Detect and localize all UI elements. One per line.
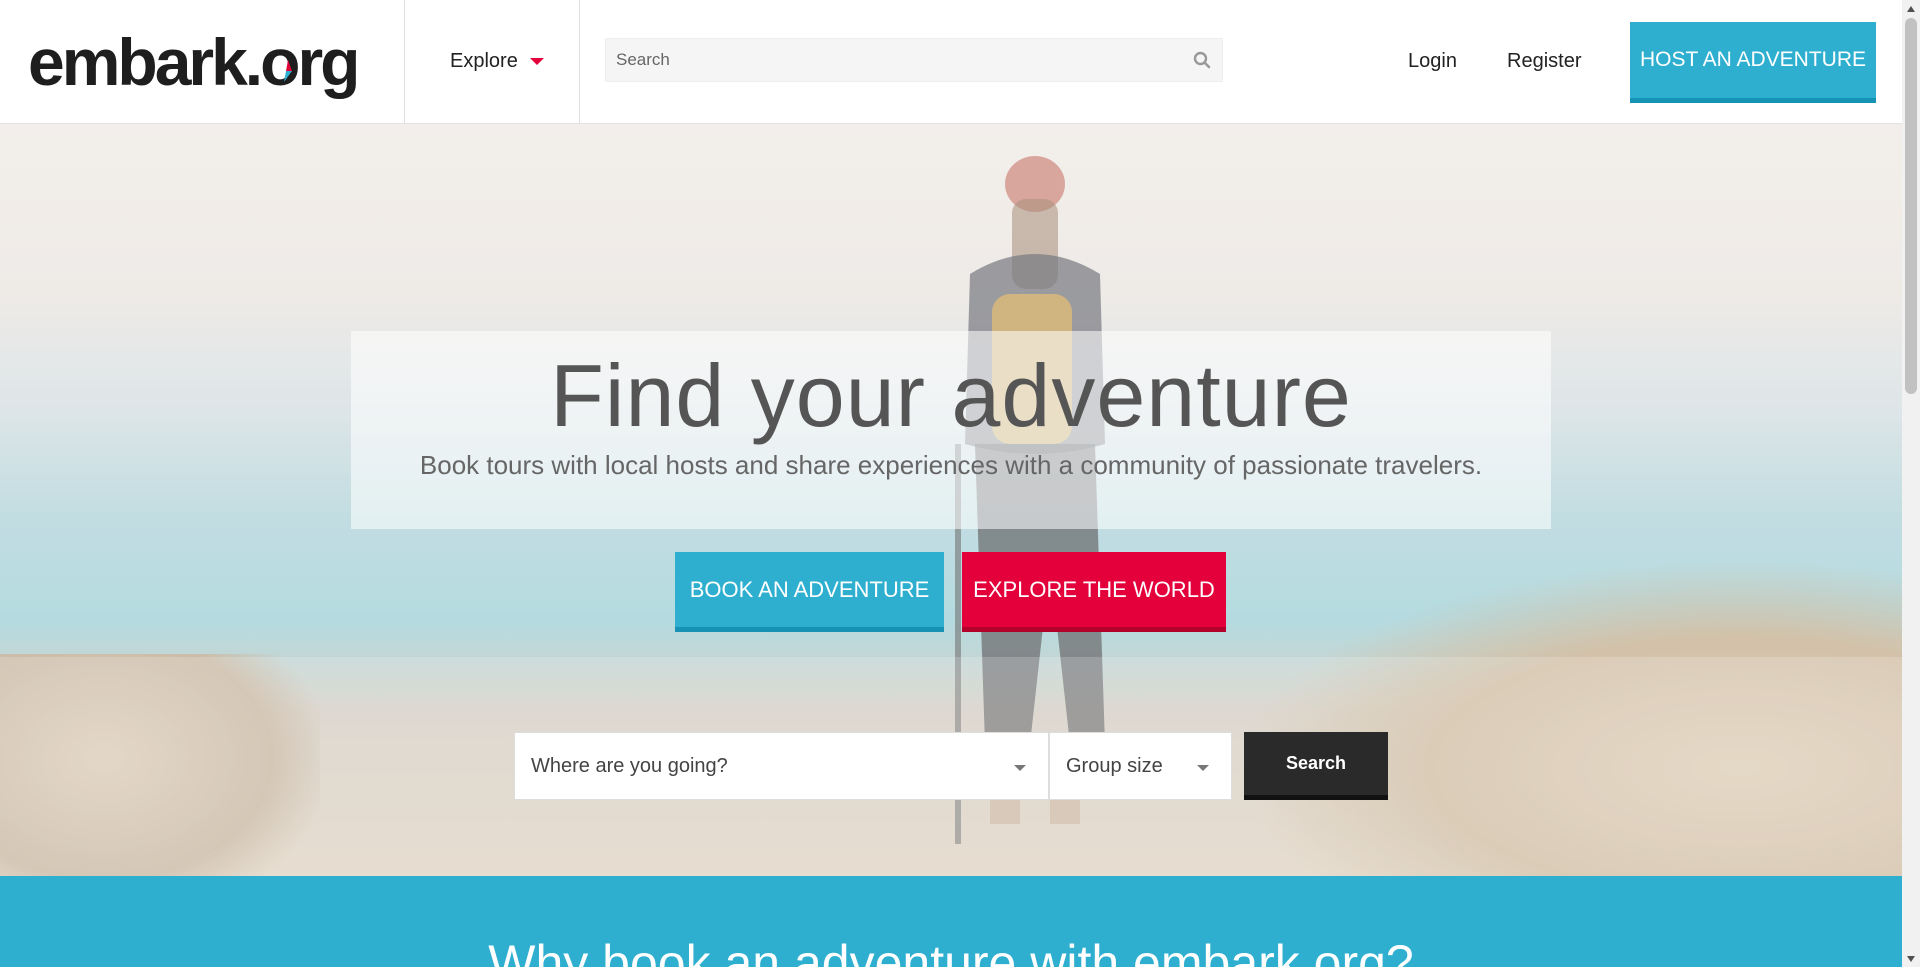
login-link[interactable]: Login <box>1408 50 1457 73</box>
hero-title-card: Find your adventure Book tours with loca… <box>351 331 1551 529</box>
page-viewport: embark.org Explore Login Register HOST A… <box>0 0 1902 967</box>
scrollbar-thumb[interactable] <box>1905 18 1917 394</box>
host-adventure-button[interactable]: HOST AN ADVENTURE <box>1630 22 1876 103</box>
register-link[interactable]: Register <box>1507 50 1581 73</box>
compass-needle-icon <box>284 60 292 82</box>
destination-placeholder: Where are you going? <box>531 754 728 777</box>
search-icon[interactable] <box>1182 38 1222 82</box>
group-size-placeholder: Group size <box>1066 754 1163 777</box>
explore-label: Explore <box>450 50 518 72</box>
destination-select[interactable]: Where are you going? <box>514 732 1049 800</box>
site-header: embark.org Explore Login Register HOST A… <box>0 0 1902 124</box>
explore-world-button[interactable]: EXPLORE THE WORLD <box>962 552 1226 632</box>
scroll-up-icon[interactable] <box>1902 0 1920 17</box>
why-heading: Why book an adventure with embark.org? <box>488 935 1414 967</box>
search-input[interactable] <box>606 39 1182 81</box>
chevron-down-icon <box>1014 765 1026 771</box>
caret-down-icon <box>529 58 544 65</box>
header-divider <box>404 0 405 124</box>
group-size-select[interactable]: Group size <box>1049 732 1232 800</box>
scroll-down-icon[interactable] <box>1902 950 1920 967</box>
header-divider <box>579 0 580 124</box>
why-section: Why book an adventure with embark.org? <box>0 876 1902 967</box>
hero-title: Find your adventure <box>550 346 1352 445</box>
book-adventure-button[interactable]: BOOK AN ADVENTURE <box>675 552 944 632</box>
page-scrollbar[interactable] <box>1902 0 1920 967</box>
chevron-down-icon <box>1197 765 1209 771</box>
header-search <box>605 38 1223 82</box>
search-button[interactable]: Search <box>1244 732 1388 800</box>
explore-menu[interactable]: Explore <box>450 50 544 73</box>
logo[interactable]: embark.org <box>28 22 360 102</box>
hero-subtitle: Book tours with local hosts and share ex… <box>419 450 1483 480</box>
logo-text: embark.org <box>28 25 360 99</box>
